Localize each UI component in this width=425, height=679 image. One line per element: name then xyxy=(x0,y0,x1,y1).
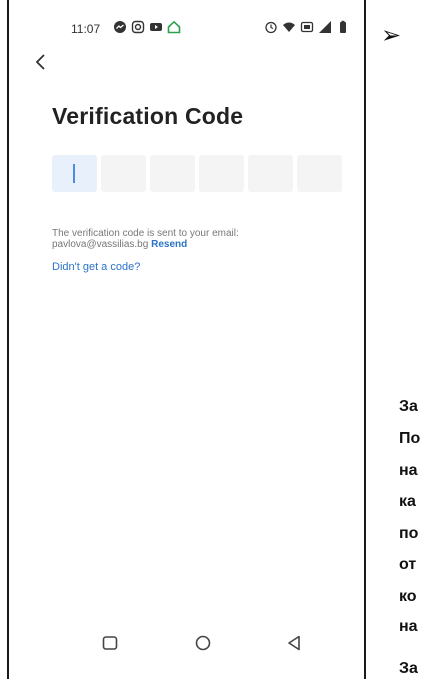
doc-text-fragment: от xyxy=(399,556,417,573)
email-address: pavlova@vassilias.bg xyxy=(52,239,149,250)
code-digit-box-2[interactable] xyxy=(101,155,146,192)
notification-icons xyxy=(113,20,181,34)
volte-icon xyxy=(300,21,314,33)
bullet-arrow-icon: ➢ xyxy=(381,22,402,49)
doc-text-fragment: По xyxy=(399,430,421,447)
navigation-bar xyxy=(9,628,364,658)
doc-text-fragment: ка xyxy=(399,493,416,510)
doc-text-fragment: За xyxy=(399,660,418,677)
alarm-icon xyxy=(265,21,277,34)
sent-message-text: The verification code is sent to your em… xyxy=(52,228,239,239)
status-bar: 11:07 xyxy=(9,0,364,44)
code-digit-box-4[interactable] xyxy=(199,155,244,192)
signal-icon xyxy=(319,21,331,33)
back-triangle-icon[interactable] xyxy=(283,632,305,654)
didnt-get-code-link[interactable]: Didn't get a code? xyxy=(52,261,140,273)
code-digit-box-5[interactable] xyxy=(248,155,293,192)
back-chevron-icon[interactable] xyxy=(29,50,53,74)
home-circle-icon[interactable] xyxy=(192,632,214,654)
status-time: 11:07 xyxy=(71,22,101,36)
messenger-icon xyxy=(114,21,126,33)
youtube-icon xyxy=(150,23,162,31)
page-title: Verification Code xyxy=(52,103,244,129)
smart-home-icon xyxy=(167,20,181,34)
doc-text-fragment: на xyxy=(399,618,418,635)
wifi-icon xyxy=(283,22,295,32)
phone-screenshot: 11:07 Verification Code The verification… xyxy=(7,0,366,679)
doc-text-fragment: За xyxy=(399,398,418,415)
doc-text-fragment: ко xyxy=(399,588,417,605)
code-digit-box-6[interactable] xyxy=(297,155,342,192)
recents-square-icon[interactable] xyxy=(99,632,121,654)
instagram-icon xyxy=(131,20,145,34)
text-caret xyxy=(73,164,75,183)
system-icons xyxy=(264,20,350,34)
code-digit-box-3[interactable] xyxy=(150,155,195,192)
code-sent-message: The verification code is sent to your em… xyxy=(52,228,322,250)
resend-link[interactable]: Resend xyxy=(151,239,187,250)
code-digit-box-1[interactable] xyxy=(52,155,97,192)
doc-text-fragment: на xyxy=(399,462,418,479)
verification-code-input[interactable] xyxy=(52,155,342,192)
battery-icon xyxy=(340,20,346,33)
doc-text-fragment: по xyxy=(399,525,419,542)
